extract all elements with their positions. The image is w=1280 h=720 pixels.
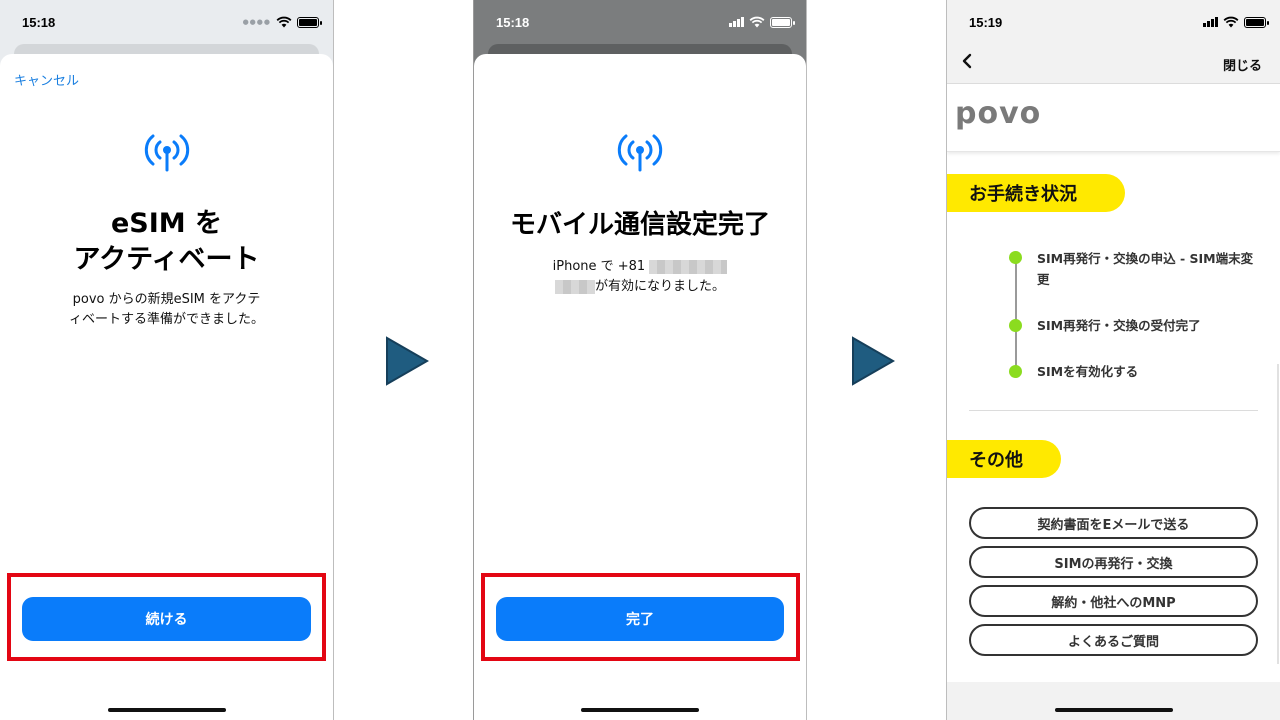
page-title: eSIM を アクティベート: [0, 206, 333, 278]
title-line: eSIM を: [110, 208, 223, 239]
status-bar: 15:19: [947, 0, 1280, 44]
signal-icon: [729, 17, 744, 27]
title-line: アクティベート: [73, 244, 260, 275]
timeline-line: [1015, 260, 1017, 374]
logo-bar: povo: [947, 84, 1280, 152]
subtitle-line: ィベートする準備ができました。: [68, 312, 264, 327]
timeline-dot: [1009, 365, 1022, 378]
redacted-number: [554, 279, 595, 294]
next-arrow-icon: [852, 336, 895, 386]
phone-screen-complete: 15:18 モバイル通信設定完了 iPhone で +81 が有効になりました。: [473, 0, 807, 720]
status-icons: [1203, 16, 1269, 28]
tutorial-stage: 15:18 ●●●● キャンセル eSIM を アクティベート povo からの…: [0, 0, 1280, 720]
antenna-icon: [144, 134, 189, 172]
sim-reissue-button[interactable]: SIMの再発行・交換: [969, 546, 1258, 578]
page-subtitle: iPhone で +81 が有効になりました。: [474, 257, 806, 297]
timeline-text: SIM再発行・交換の受付完了: [1037, 318, 1201, 333]
timeline-text: SIMを有効化する: [1037, 364, 1139, 379]
subtitle-line: が有効になりました。: [474, 277, 806, 297]
timeline-dot: [1009, 251, 1022, 264]
phone-screen-activate: 15:18 ●●●● キャンセル eSIM を アクティベート povo からの…: [0, 0, 334, 720]
subtitle-line: iPhone で +81: [474, 257, 806, 277]
send-contract-email-button[interactable]: 契約書面をEメールで送る: [969, 507, 1258, 539]
timeline-text: SIM再発行・交換の申込 - SIM端末変更: [1037, 251, 1254, 287]
status-time: 15:18: [496, 15, 530, 30]
status-time: 15:19: [969, 15, 1003, 30]
continue-button[interactable]: 続ける: [22, 597, 311, 641]
status-icons: [729, 16, 795, 28]
home-indicator: [1054, 708, 1173, 712]
home-indicator: [581, 708, 699, 712]
done-button[interactable]: 完了: [496, 597, 784, 641]
faq-button[interactable]: よくあるご質問: [969, 624, 1258, 656]
povo-logo: povo: [955, 96, 1042, 131]
status-icons: ●●●●: [242, 16, 322, 28]
next-arrow-icon: [386, 336, 429, 386]
signal-icon: [1203, 17, 1218, 27]
phone-screen-povo-status: 15:19 閉じる povo お手続き状況 SIM再発行・交換の申込 - SIM…: [946, 0, 1280, 720]
subtitle-line: povo からの新規eSIM をアクテ: [72, 292, 261, 307]
cancel-button[interactable]: キャンセル: [14, 70, 79, 89]
battery-icon: [770, 16, 795, 28]
subtitle-suffix: が有効になりました。: [594, 279, 725, 294]
wifi-icon: [749, 16, 765, 28]
battery-icon: [297, 16, 322, 28]
status-time: 15:18: [22, 15, 56, 30]
timeline-dot: [1009, 319, 1022, 332]
wifi-icon: [1223, 16, 1239, 28]
wifi-icon: [276, 16, 292, 28]
other-heading: その他: [947, 440, 1061, 478]
phone-prefix: iPhone で +81: [552, 259, 646, 274]
page-title: モバイル通信設定完了: [509, 210, 770, 240]
povo-content: povo お手続き状況 SIM再発行・交換の申込 - SIM端末変更 SIM再発…: [947, 84, 1280, 682]
cancel-mnp-button[interactable]: 解約・他社へのMNP: [969, 585, 1258, 617]
home-indicator: [107, 708, 226, 712]
status-bar: 15:18: [474, 0, 806, 44]
status-heading: お手続き状況: [947, 174, 1125, 212]
status-bar: 15:18 ●●●●: [0, 0, 333, 44]
close-button[interactable]: 閉じる: [1223, 55, 1262, 74]
redacted-number: [649, 259, 728, 274]
page-subtitle: povo からの新規eSIM をアクテ ィベートする準備ができました。: [0, 290, 333, 330]
nav-header: 15:19 閉じる: [947, 0, 1280, 84]
chevron-left-icon[interactable]: [961, 53, 973, 69]
battery-icon: [1244, 16, 1269, 28]
signal-icon: ●●●●: [242, 18, 271, 26]
antenna-icon: [617, 134, 663, 172]
scrollbar[interactable]: [1277, 364, 1279, 664]
divider: [969, 410, 1258, 411]
